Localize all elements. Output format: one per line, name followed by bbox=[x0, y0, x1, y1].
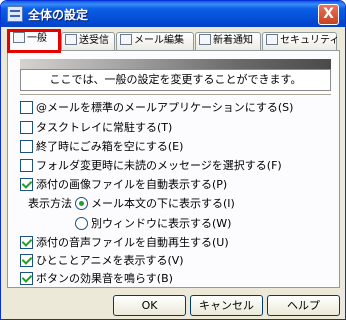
mail-edit-icon bbox=[120, 34, 132, 45]
help-button[interactable]: ヘルプ bbox=[267, 295, 340, 316]
option-label: タスクトレイに常駐する(T) bbox=[36, 121, 173, 134]
option-label: 添付の画像ファイルを自動表示する(P) bbox=[36, 178, 228, 191]
radio-below-body[interactable]: メール本文の下に表示する(I) bbox=[75, 197, 235, 210]
tab-label: 送受信 bbox=[79, 35, 109, 46]
tab-send-receive[interactable]: 送受信 bbox=[61, 32, 115, 50]
option-label: @メールを標準のメールアプリケーションにする(S) bbox=[36, 101, 294, 114]
option-auto-show-images[interactable]: 添付の画像ファイルを自動表示する(P) bbox=[20, 178, 227, 192]
tab-label: メール編集 bbox=[134, 35, 184, 46]
checkbox[interactable] bbox=[20, 178, 33, 191]
radio-button[interactable] bbox=[75, 197, 88, 210]
tab-new-mail-notify[interactable]: 新着通知 bbox=[195, 32, 261, 50]
panel-description: ここでは、一般の設定を変更することができます。 bbox=[20, 69, 331, 91]
send-receive-icon bbox=[65, 34, 77, 45]
option-default-mail-app[interactable]: @メールを標準のメールアプリケーションにする(S) bbox=[20, 101, 293, 115]
option-auto-play-audio[interactable]: 添付の音声ファイルを自動再生する(U) bbox=[20, 236, 229, 250]
security-icon bbox=[266, 34, 278, 45]
option-tray-resident[interactable]: タスクトレイに常駐する(T) bbox=[20, 121, 172, 135]
app-icon bbox=[7, 6, 23, 22]
tab-general[interactable]: 一般 bbox=[7, 29, 61, 53]
close-button[interactable]: X bbox=[318, 4, 339, 25]
checkbox[interactable] bbox=[20, 140, 33, 153]
banner-gradient bbox=[20, 59, 331, 69]
checkbox[interactable] bbox=[20, 236, 33, 249]
option-label: 添付の音声ファイルを自動再生する(U) bbox=[36, 236, 229, 249]
option-empty-trash[interactable]: 終了時にごみ箱を空にする(E) bbox=[20, 140, 183, 154]
option-label: 終了時にごみ箱を空にする(E) bbox=[36, 140, 184, 153]
checkbox[interactable] bbox=[20, 121, 33, 134]
radio-label: メール本文の下に表示する(I) bbox=[91, 197, 235, 210]
title-bar: 全体の設定 X bbox=[1, 1, 345, 27]
window-title: 全体の設定 bbox=[28, 8, 89, 22]
radio-button[interactable] bbox=[75, 217, 88, 230]
option-label: フォルダ変更時に未読のメッセージを選択する(F) bbox=[36, 159, 282, 172]
ok-button[interactable]: OK bbox=[113, 295, 186, 316]
settings-dialog: 全体の設定 X 一般 送受信 メール編集 新着通知 セキュリティ ここでは、一般… bbox=[0, 0, 346, 320]
option-label: ボタンの効果音を鳴らす(B) bbox=[36, 272, 173, 285]
checkbox[interactable] bbox=[20, 101, 33, 114]
tab-label: セキュリティ bbox=[280, 35, 340, 46]
notify-icon bbox=[199, 34, 211, 45]
checkbox[interactable] bbox=[20, 159, 33, 172]
option-button-sound[interactable]: ボタンの効果音を鳴らす(B) bbox=[20, 272, 173, 286]
option-show-animation[interactable]: ひとことアニメを表示する(V) bbox=[20, 254, 184, 268]
checkbox[interactable] bbox=[20, 254, 33, 267]
display-method-label: 表示方法 bbox=[28, 197, 72, 210]
cancel-button[interactable]: キャンセル bbox=[190, 295, 263, 316]
tab-security[interactable]: セキュリティ bbox=[262, 32, 340, 50]
divider bbox=[20, 94, 331, 95]
radio-label: 別ウィンドウに表示する(W) bbox=[91, 217, 232, 230]
option-label: ひとことアニメを表示する(V) bbox=[36, 254, 184, 267]
tab-mail-edit[interactable]: メール編集 bbox=[116, 32, 194, 50]
radio-separate-window[interactable]: 別ウィンドウに表示する(W) bbox=[75, 217, 231, 230]
tab-highlight-frame bbox=[7, 29, 61, 53]
tab-strip: 一般 送受信 メール編集 新着通知 セキュリティ bbox=[7, 29, 340, 53]
checkbox[interactable] bbox=[20, 272, 33, 285]
tab-label: 新着通知 bbox=[213, 35, 253, 46]
general-panel: ここでは、一般の設定を変更することができます。 @メールを標準のメールアプリケー… bbox=[7, 50, 340, 288]
option-select-unread[interactable]: フォルダ変更時に未読のメッセージを選択する(F) bbox=[20, 159, 282, 173]
